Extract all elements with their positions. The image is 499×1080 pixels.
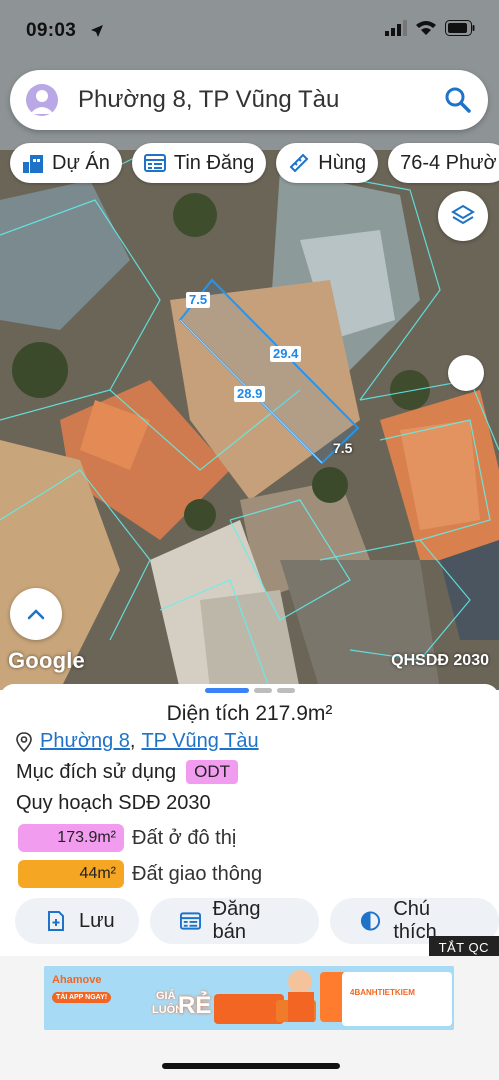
ruler-icon <box>289 153 309 173</box>
location-pin-icon <box>16 731 32 752</box>
chart-icon <box>23 155 43 173</box>
map-control-dot[interactable] <box>448 355 484 391</box>
purpose-label: Mục đích sử dụng <box>16 760 177 783</box>
sheet-pager[interactable] <box>0 688 499 693</box>
ad-brand: Ahamove <box>52 974 102 986</box>
expand-up-button[interactable] <box>10 588 62 640</box>
dimension-bottom: 7.5 <box>333 440 353 456</box>
dimension-top: 7.5 <box>186 292 211 308</box>
area-title: Diện tích 217.9m² <box>0 702 499 726</box>
info-sheet: Diện tích 217.9m² Phường 8 , TP Vũng Tàu… <box>0 684 499 956</box>
land-use-row: 173.9m² Đất ở đô thị <box>18 824 236 852</box>
ad-banner[interactable]: Ahamove TẢI APP NGAY! GIÁ LUÔN RẺ 4BANHT… <box>44 966 454 1030</box>
search-input[interactable]: Phường 8, TP Vũng Tàu <box>78 86 444 114</box>
purpose-row: Mục đích sử dụng ODT <box>16 760 239 784</box>
location-separator: , <box>129 730 136 752</box>
home-indicator[interactable] <box>162 1063 340 1069</box>
avatar[interactable] <box>26 84 58 116</box>
land-use-label: Đất giao thông <box>132 862 263 885</box>
post-icon <box>179 912 201 930</box>
layers-icon <box>451 204 475 225</box>
chip-du-an[interactable]: Dự Án <box>10 143 122 183</box>
ad-partner: 4BANHTIETKIEM <box>350 988 415 997</box>
chip-label: Hùng <box>318 151 367 174</box>
save-icon <box>48 911 64 931</box>
chip-label: Tin Đăng <box>173 151 255 174</box>
location-arrow-icon <box>91 25 103 37</box>
land-use-area: 173.9m² <box>18 824 124 852</box>
post-for-sale-button[interactable]: Đăng bán <box>149 898 320 944</box>
dimension-left-side: 28.9 <box>234 386 266 402</box>
save-button[interactable]: Lưu <box>15 898 139 944</box>
battery-icon <box>445 20 475 36</box>
land-use-label: Đất ở đô thị <box>132 826 237 849</box>
layers-button[interactable] <box>438 191 488 241</box>
status-time: 09:03 <box>26 20 77 41</box>
ad-cta: TẢI APP NGAY! <box>52 992 112 1003</box>
ad-area: Ahamove TẢI APP NGAY! GIÁ LUÔN RẺ 4BANHT… <box>0 956 499 1080</box>
chip-address[interactable]: 76-4 Phườ <box>388 143 499 183</box>
signal-icon <box>385 20 407 36</box>
wifi-icon <box>416 21 436 35</box>
ward-link[interactable]: Phường 8 <box>40 730 130 753</box>
area-value: 217.9m² <box>255 702 333 725</box>
list-icon <box>143 154 166 172</box>
land-use-row: 44m² Đất giao thông <box>18 860 262 888</box>
chevron-up-icon <box>27 609 45 620</box>
status-bar: 09:03 <box>0 0 499 60</box>
user-icon <box>30 90 54 114</box>
dimension-right-side: 29.4 <box>270 346 302 362</box>
search-bar[interactable]: Phường 8, TP Vũng Tàu <box>10 70 488 130</box>
map-view[interactable]: 7.5 29.4 28.9 7.5 09:03 Phường 8, TP Vũn… <box>0 0 499 690</box>
post-label: Đăng bán <box>212 898 261 943</box>
ad-slogan-big: RẺ <box>178 992 212 1019</box>
pager-dot[interactable] <box>253 688 272 693</box>
plan-title: Quy hoạch SDĐ 2030 <box>16 792 211 814</box>
search-icon[interactable] <box>444 86 472 114</box>
location-row: Phường 8 , TP Vũng Tàu <box>16 730 259 753</box>
chip-label: Dự Án <box>52 151 110 174</box>
area-label: Diện tích <box>166 702 250 725</box>
action-buttons: Lưu Đăng bán Chú thích <box>15 898 499 944</box>
chip-tin-dang[interactable]: Tin Đăng <box>131 143 267 183</box>
city-link[interactable]: TP Vũng Tàu <box>141 730 258 753</box>
pager-dot[interactable] <box>276 688 295 693</box>
filter-chips: Dự Án Tin Đăng Hùng 76-4 Phườ <box>10 143 499 183</box>
purpose-code-badge: ODT <box>186 760 239 784</box>
chip-hung[interactable]: Hùng <box>276 143 379 183</box>
chip-label: 76-4 Phườ <box>400 151 497 174</box>
save-label: Lưu <box>79 909 115 932</box>
ad-slogan-top: GIÁ <box>156 990 176 1002</box>
land-use-area: 44m² <box>18 860 124 888</box>
pager-dot-active[interactable] <box>204 688 249 693</box>
google-attribution: Google <box>8 648 85 673</box>
legend-icon <box>361 911 381 931</box>
plan-layer-label: QHSDĐ 2030 <box>391 652 489 669</box>
